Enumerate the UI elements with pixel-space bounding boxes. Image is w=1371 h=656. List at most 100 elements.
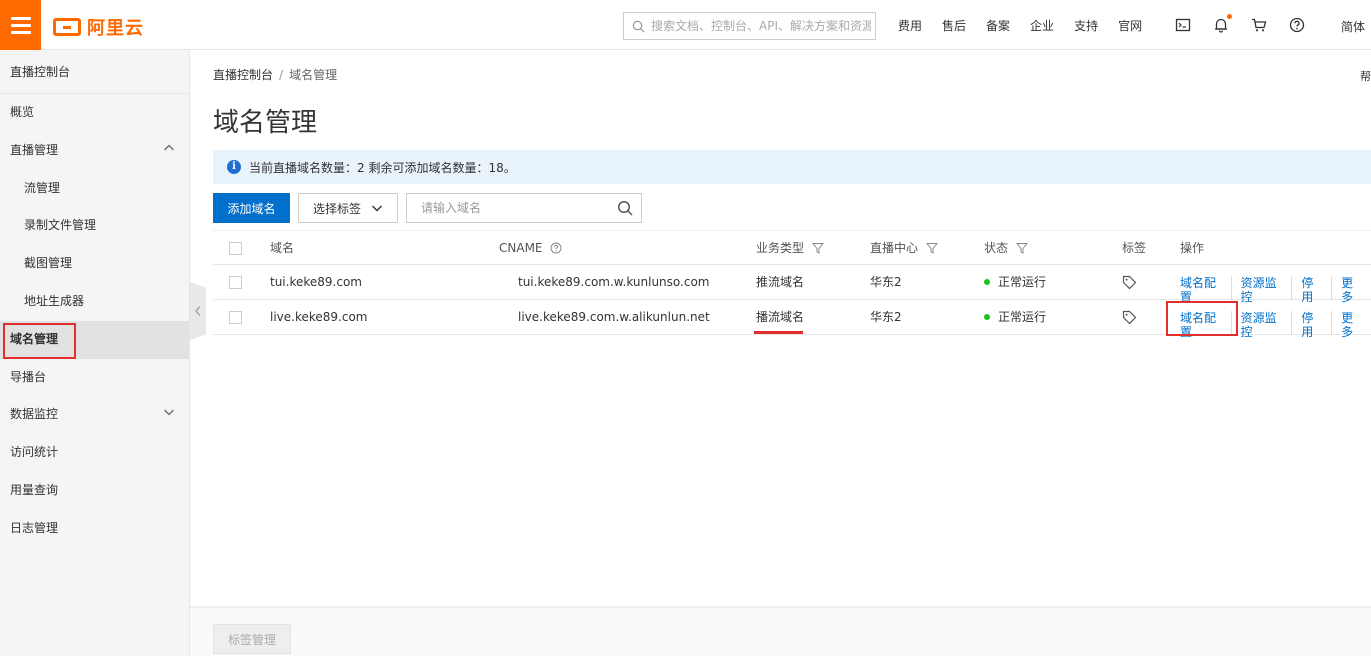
header-ops: 操作 — [1180, 241, 1205, 255]
cell-status-label: 正常运行 — [998, 310, 1047, 324]
filter-icon[interactable] — [1015, 242, 1028, 254]
breadcrumb-root[interactable]: 直播控制台 — [213, 68, 273, 82]
page-title: 域名管理 — [213, 108, 318, 138]
top-bar: 阿里云 费用 售后 备案 企业 支持 官网 简体 — [0, 0, 1371, 50]
nav-support[interactable]: 支持 — [1064, 17, 1108, 34]
search-icon[interactable] — [617, 200, 633, 216]
tag-manage-button[interactable]: 标签管理 — [213, 624, 291, 654]
disable-link[interactable]: 停用 — [1291, 311, 1331, 339]
nav-after-sales[interactable]: 售后 — [932, 17, 976, 34]
cell-cname: tui.keke89.com.w.kunlunso.com — [518, 275, 710, 289]
domain-search[interactable] — [406, 193, 642, 223]
cell-status-label: 正常运行 — [998, 275, 1047, 289]
aliyun-logo[interactable]: 阿里云 — [53, 14, 144, 40]
cell-biz-type: 播流域名 — [756, 310, 805, 324]
tag-icon[interactable] — [1122, 310, 1137, 326]
header-center: 直播中心 — [870, 231, 938, 266]
tag-select[interactable]: 选择标签 — [298, 193, 398, 223]
select-all-checkbox[interactable] — [229, 242, 242, 255]
tag-select-label: 选择标签 — [313, 201, 362, 216]
cell-cname: live.keke89.com.w.alikunlun.net — [518, 310, 710, 324]
more-link[interactable]: 更多 — [1331, 311, 1371, 339]
header-biz-type-label: 业务类型 — [756, 241, 805, 255]
nav-official-site[interactable]: 官网 — [1108, 17, 1152, 34]
domain-search-input[interactable] — [421, 201, 601, 215]
sidebar-item-snapshots[interactable]: 截图管理 — [0, 245, 189, 283]
cell-domain: tui.keke89.com — [270, 275, 362, 289]
table-row: live.keke89.com live.keke89.com.w.alikun… — [213, 300, 1371, 339]
sidebar-item-domain-management[interactable]: 域名管理 — [0, 320, 189, 359]
cell-domain: live.keke89.com — [270, 310, 368, 324]
global-search[interactable] — [623, 12, 876, 40]
header-cname: CNAME — [499, 231, 562, 266]
cell-center: 华东2 — [870, 275, 902, 289]
cell-biz-type: 推流域名 — [756, 275, 805, 289]
sidebar-item-logs[interactable]: 日志管理 — [0, 510, 189, 548]
header-status: 状态 — [984, 231, 1028, 266]
more-link[interactable]: 更多 — [1331, 276, 1371, 304]
sidebar-title[interactable]: 直播控制台 — [0, 50, 189, 94]
language-switch[interactable]: 简体 — [1341, 18, 1365, 35]
bell-icon[interactable] — [1213, 14, 1232, 33]
sidebar-item-label: 概览 — [10, 105, 35, 119]
sidebar-item-stream-management[interactable]: 流管理 — [0, 170, 189, 208]
terminal-icon[interactable] — [1175, 17, 1191, 33]
row-checkbox[interactable] — [229, 311, 242, 324]
header-domain: 域名 — [270, 241, 295, 255]
sidebar-item-data-monitoring[interactable]: 数据监控 — [0, 396, 189, 434]
disable-link[interactable]: 停用 — [1291, 276, 1331, 304]
global-search-input[interactable] — [651, 19, 871, 33]
logo-mark-icon — [53, 18, 81, 36]
breadcrumb: 直播控制台 / 域名管理 — [213, 66, 337, 83]
status-ok-dot — [984, 314, 990, 320]
sidebar-item-usage[interactable]: 用量查询 — [0, 472, 189, 510]
table-header-row: 域名 CNAME 业务类型 直播中心 状态 标签 操作 — [213, 230, 1371, 265]
sidebar-item-label: 用量查询 — [10, 482, 59, 497]
filter-icon[interactable] — [811, 242, 824, 254]
row-checkbox[interactable] — [229, 276, 242, 289]
cell-status: 正常运行 — [984, 265, 1046, 300]
sidebar-item-label: 导播台 — [10, 369, 47, 384]
sidebar-item-director[interactable]: 导播台 — [0, 359, 189, 397]
footer-bar: 标签管理 — [190, 606, 1371, 656]
sidebar-item-access-stats[interactable]: 访问统计 — [0, 434, 189, 472]
nav-enterprise[interactable]: 企业 — [1020, 17, 1064, 34]
sidebar-item-live-management[interactable]: 直播管理 — [0, 132, 189, 170]
cell-status: 正常运行 — [984, 300, 1046, 335]
toolbar: 添加域名 选择标签 — [213, 193, 642, 223]
sidebar-item-overview[interactable]: 概览 — [0, 94, 189, 132]
filter-icon[interactable] — [925, 242, 938, 254]
chevron-down-icon — [372, 205, 382, 212]
top-icons — [1175, 0, 1305, 50]
main-content: 直播控制台 / 域名管理 帮 域名管理 i 当前直播域名数量：2 剩余可添加域名数量… — [190, 50, 1371, 656]
chevron-down-icon — [163, 396, 175, 434]
search-icon — [632, 20, 645, 32]
help-icon[interactable] — [1289, 17, 1305, 33]
add-domain-button[interactable]: 添加域名 — [213, 193, 290, 223]
sidebar-item-label: 地址生成器 — [24, 293, 85, 308]
sidebar-item-url-generator[interactable]: 地址生成器 — [0, 283, 189, 321]
highlight-underline — [754, 331, 803, 334]
notification-dot — [1227, 14, 1232, 19]
nav-icp[interactable]: 备案 — [976, 17, 1020, 34]
nav-fees[interactable]: 费用 — [888, 17, 932, 34]
help-link[interactable]: 帮 — [1360, 68, 1371, 84]
question-icon[interactable] — [550, 242, 562, 254]
hamburger-menu-icon[interactable] — [0, 0, 41, 50]
cell-center: 华东2 — [870, 310, 902, 324]
resource-monitor-link[interactable]: 资源监控 — [1230, 276, 1292, 304]
domain-config-link[interactable]: 域名配置 — [1180, 276, 1231, 304]
row-actions: 域名配置 资源监控 停用 更多 — [1180, 265, 1371, 304]
header-center-label: 直播中心 — [870, 241, 919, 255]
resource-monitor-link[interactable]: 资源监控 — [1230, 311, 1292, 339]
header-biz-type: 业务类型 — [756, 231, 824, 266]
tag-icon[interactable] — [1122, 275, 1137, 291]
sidebar-item-recordings[interactable]: 录制文件管理 — [0, 207, 189, 245]
notice-banner: i 当前直播域名数量：2 剩余可添加域名数量：18。 — [213, 150, 1371, 184]
sidebar-item-label: 日志管理 — [10, 520, 59, 535]
breadcrumb-current: 域名管理 — [289, 68, 338, 82]
notice-text: 当前直播域名数量：2 剩余可添加域名数量：18。 — [249, 160, 516, 175]
cart-icon[interactable] — [1251, 17, 1267, 33]
highlight-box — [3, 322, 76, 359]
info-icon: i — [227, 160, 241, 174]
